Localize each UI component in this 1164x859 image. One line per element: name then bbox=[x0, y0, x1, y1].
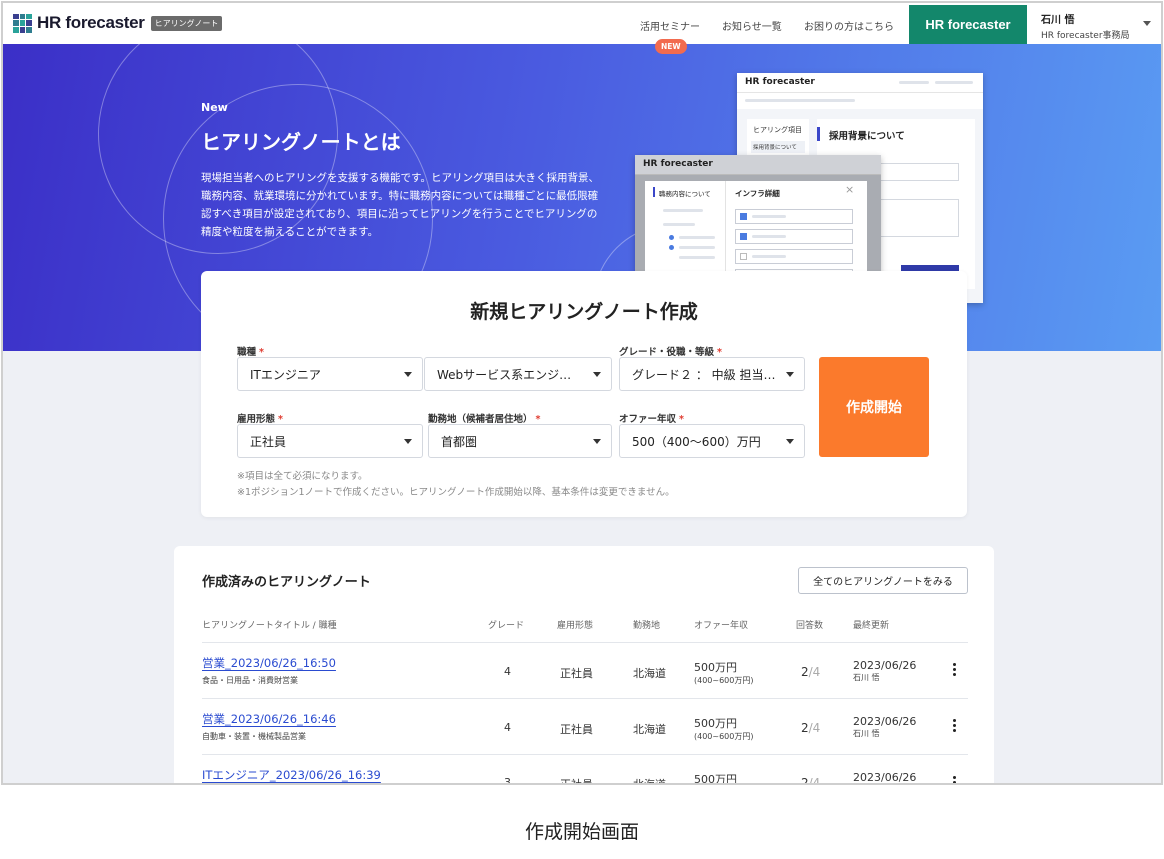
nav-seminar-link[interactable]: 活用セミナー bbox=[640, 18, 700, 33]
column-header: グレード bbox=[488, 621, 525, 631]
hero-tag: New bbox=[201, 101, 228, 114]
user-name: 石川 悟 bbox=[1041, 15, 1075, 26]
chevron-down-icon bbox=[593, 372, 601, 377]
column-header: 最終更新 bbox=[853, 621, 890, 631]
updated-cell: 2023/06/26 石川 悟 bbox=[853, 715, 917, 738]
view-all-notes-button[interactable]: 全てのヒアリングノートをみる bbox=[798, 567, 968, 594]
answer-count: 2/4 bbox=[801, 776, 821, 785]
employment-label: 雇用形態 * bbox=[237, 414, 283, 425]
salary-label: オファー年収 * bbox=[619, 414, 684, 425]
more-options-icon[interactable] bbox=[953, 663, 956, 678]
column-header: 雇用形態 bbox=[557, 621, 594, 631]
form-title: 新規ヒアリングノート作成 bbox=[470, 301, 698, 323]
chevron-down-icon bbox=[786, 372, 794, 377]
close-icon: × bbox=[845, 183, 855, 196]
column-header: 回答数 bbox=[796, 621, 824, 631]
mockup-front-side: 職務内容について bbox=[659, 190, 711, 198]
logo[interactable]: HR forecaster ヒアリングノート bbox=[13, 13, 223, 33]
chevron-down-icon bbox=[593, 439, 601, 444]
column-header: ヒアリングノートタイトル / 職種 bbox=[202, 621, 337, 631]
chevron-down-icon[interactable] bbox=[1143, 21, 1151, 26]
hero-title: ヒアリングノートとは bbox=[201, 130, 401, 154]
list-title: 作成済みのヒアリングノート bbox=[202, 575, 371, 590]
employment-cell: 正社員 bbox=[560, 778, 593, 785]
note-title-link[interactable]: 営業_2023/06/26_16:46 bbox=[202, 711, 336, 727]
start-create-button[interactable]: 作成開始 bbox=[819, 357, 929, 457]
note-title-link[interactable]: ITエンジニア_2023/06/26_16:39 bbox=[202, 767, 381, 783]
answer-count: 2/4 bbox=[801, 665, 821, 679]
job-category-select[interactable]: ITエンジニア bbox=[237, 357, 423, 391]
job-label: 職種 * bbox=[237, 347, 264, 358]
created-notes-card: 作成済みのヒアリングノート 全てのヒアリングノートをみる ヒアリングノートタイト… bbox=[174, 546, 994, 785]
grade-cell: 4 bbox=[504, 721, 511, 734]
updated-cell: 2023/06/26 bbox=[853, 771, 917, 784]
nav-news-link[interactable]: お知らせ一覧 bbox=[722, 18, 782, 33]
salary-cell: 500万円 (400~600万円) bbox=[694, 661, 754, 685]
grade-select[interactable]: グレード２ ： 中級 担当… bbox=[619, 357, 805, 391]
user-organization: HR forecaster事務局 bbox=[1041, 31, 1130, 41]
note-title-link[interactable]: 営業_2023/06/26_16:50 bbox=[202, 655, 336, 671]
mockup-front-heading: インフラ詳細 bbox=[735, 189, 780, 198]
chevron-down-icon bbox=[404, 439, 412, 444]
new-badge: NEW bbox=[655, 39, 687, 54]
grade-cell: 4 bbox=[504, 665, 511, 678]
mockup-front-title: HR forecaster bbox=[635, 155, 881, 175]
employment-cell: 正社員 bbox=[560, 667, 593, 680]
location-cell: 北海道 bbox=[633, 778, 666, 785]
grade-cell: 3 bbox=[504, 776, 511, 785]
mockup-back-side-item: ヒアリング項目 bbox=[753, 126, 802, 134]
mockup-back-heading: 採用背景について bbox=[829, 131, 905, 142]
logo-text: HR forecaster bbox=[37, 13, 145, 32]
logo-badge: ヒアリングノート bbox=[150, 15, 223, 31]
employment-cell: 正社員 bbox=[560, 723, 593, 736]
note-job-type: 食品・日用品・消費財営業 bbox=[202, 676, 298, 685]
salary-cell: 500万円 (400~600万円) bbox=[694, 717, 754, 741]
form-note: ※1ポジション1ノートで作成ください。ヒアリングノート作成開始以降、基本条件は変… bbox=[237, 487, 675, 498]
user-menu[interactable]: 石川 悟 HR forecaster事務局 bbox=[1041, 11, 1130, 41]
location-label: 勤務地（候補者居住地） * bbox=[428, 414, 541, 425]
updated-cell: 2023/06/26 石川 悟 bbox=[853, 659, 917, 682]
location-select[interactable]: 首都圏 bbox=[428, 424, 612, 458]
more-options-icon[interactable] bbox=[953, 719, 956, 734]
chevron-down-icon bbox=[404, 372, 412, 377]
salary-cell: 500万円 bbox=[694, 773, 737, 785]
note-job-type: 自動車・装置・機械製品営業 bbox=[202, 732, 306, 741]
location-cell: 北海道 bbox=[633, 667, 666, 680]
app-screenshot-frame: HR forecaster ヒアリングノート 活用セミナー お知らせ一覧 お困り… bbox=[1, 1, 1163, 785]
job-subcategory-select[interactable]: Webサービス系エンジ… bbox=[424, 357, 612, 391]
column-header: オファー年収 bbox=[694, 621, 749, 631]
logo-mark-icon bbox=[13, 13, 32, 33]
chevron-down-icon bbox=[786, 439, 794, 444]
location-cell: 北海道 bbox=[633, 723, 666, 736]
top-header: HR forecaster ヒアリングノート 活用セミナー お知らせ一覧 お困り… bbox=[3, 3, 1161, 44]
hr-forecaster-button[interactable]: HR forecaster bbox=[909, 5, 1027, 44]
answer-count: 2/4 bbox=[801, 721, 821, 735]
figure-caption: 作成開始画面 bbox=[524, 821, 639, 843]
grade-label: グレード・役職・等級 * bbox=[619, 347, 722, 358]
nav-help-link[interactable]: お困りの方はこちら bbox=[804, 18, 894, 33]
more-options-icon[interactable] bbox=[953, 776, 956, 783]
column-header: 勤務地 bbox=[633, 621, 661, 631]
employment-select[interactable]: 正社員 bbox=[237, 424, 423, 458]
salary-select[interactable]: 500（400〜600）万円 bbox=[619, 424, 805, 458]
mockup-back-side-sub: 採用背景について bbox=[751, 141, 805, 153]
form-note: ※項目は全て必須になります。 bbox=[237, 471, 368, 482]
hero-description: 現場担当者へのヒアリングを支援する機能です。ヒアリング項目は大きく採用背景、職務… bbox=[201, 172, 599, 238]
new-note-form-card: 新規ヒアリングノート作成 職種 * グレード・役職・等級 * ITエンジニア Web… bbox=[201, 271, 967, 517]
